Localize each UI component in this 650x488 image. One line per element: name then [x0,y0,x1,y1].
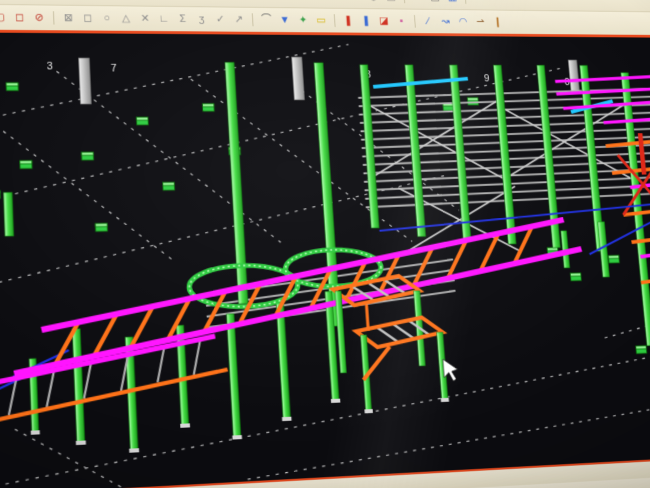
grid-label: 7 [111,64,118,74]
orange-platform-lower [355,317,449,414]
redo-icon[interactable]: ↷ [488,0,504,5]
binoculars-icon[interactable]: ⌒ [258,13,274,27]
grid-toggle-icon[interactable]: ▦ [444,0,460,4]
photo-of-monitor: ✛ ◎ ▣ ↻ ▤ ▦ ↶ ↷ ▢ ◻ ⊘ ⊠ ◻ ○ △ ✕ ∟ Σ ʒ ✓ … [0,0,650,488]
bolt-icon[interactable]: ⊠ [60,11,77,25]
walk-mode-icon[interactable]: ✦ [295,13,311,27]
blue-pin-icon[interactable]: ❚ [358,14,374,28]
pointer-arrow-icon[interactable]: ↗ [231,13,248,27]
filter-funnel-icon[interactable]: ▼ [277,13,293,27]
arc-tool-icon[interactable]: ◠ [455,15,471,29]
model-viewport[interactable]: 3 7 8 9 0 2 E [0,32,650,488]
rotate-view-icon[interactable]: ↻ [409,0,425,4]
grid-label: 9 [484,74,490,84]
red-posts [637,128,650,175]
weld-polygon-icon[interactable]: ▢ [0,10,8,25]
undo-icon[interactable]: ↶ [470,0,486,5]
monitor-screen: ✛ ◎ ▣ ↻ ▤ ▦ ↶ ↷ ▢ ◻ ⊘ ⊠ ◻ ○ △ ✕ ∟ Σ ʒ ✓ … [0,0,650,488]
line-tool-icon[interactable]: ∕ [420,15,436,29]
curly-sum-icon[interactable]: ʒ [193,12,210,26]
corner-tool-icon[interactable]: ∟ [156,12,173,26]
arrow-tool-icon[interactable]: ⇀ [472,15,488,29]
red-pin-icon[interactable]: ❚ [340,14,356,28]
check-tool-icon[interactable]: ✓ [212,12,229,26]
runway-rungs [51,227,542,363]
pan-icon[interactable]: ✛ [347,0,363,3]
rectangle-tool-icon[interactable]: ◻ [79,11,96,25]
concrete-pillars [78,56,580,104]
delete-tool-icon[interactable]: ✕ [137,12,154,26]
dim-tool-icon[interactable]: ❙ [490,15,506,29]
point-icon[interactable]: ▪ [394,14,410,28]
grid-label: 3 [47,62,54,72]
zoom-icon[interactable]: ◎ [365,0,381,3]
camera-icon[interactable]: ▤ [427,0,443,4]
polyline-tool-icon[interactable]: ↝ [438,15,454,29]
circle-tool-icon[interactable]: ○ [98,11,115,25]
weld-edge-icon[interactable]: ◻ [11,10,28,24]
level-mark-icon[interactable]: ◪ [376,14,392,28]
sum-icon[interactable]: Σ [174,12,191,26]
fit-view-icon[interactable]: ▣ [383,0,399,4]
note-icon[interactable]: ▭ [313,14,329,28]
weld-off-icon[interactable]: ⊘ [30,11,47,25]
triangle-tool-icon[interactable]: △ [118,11,135,25]
